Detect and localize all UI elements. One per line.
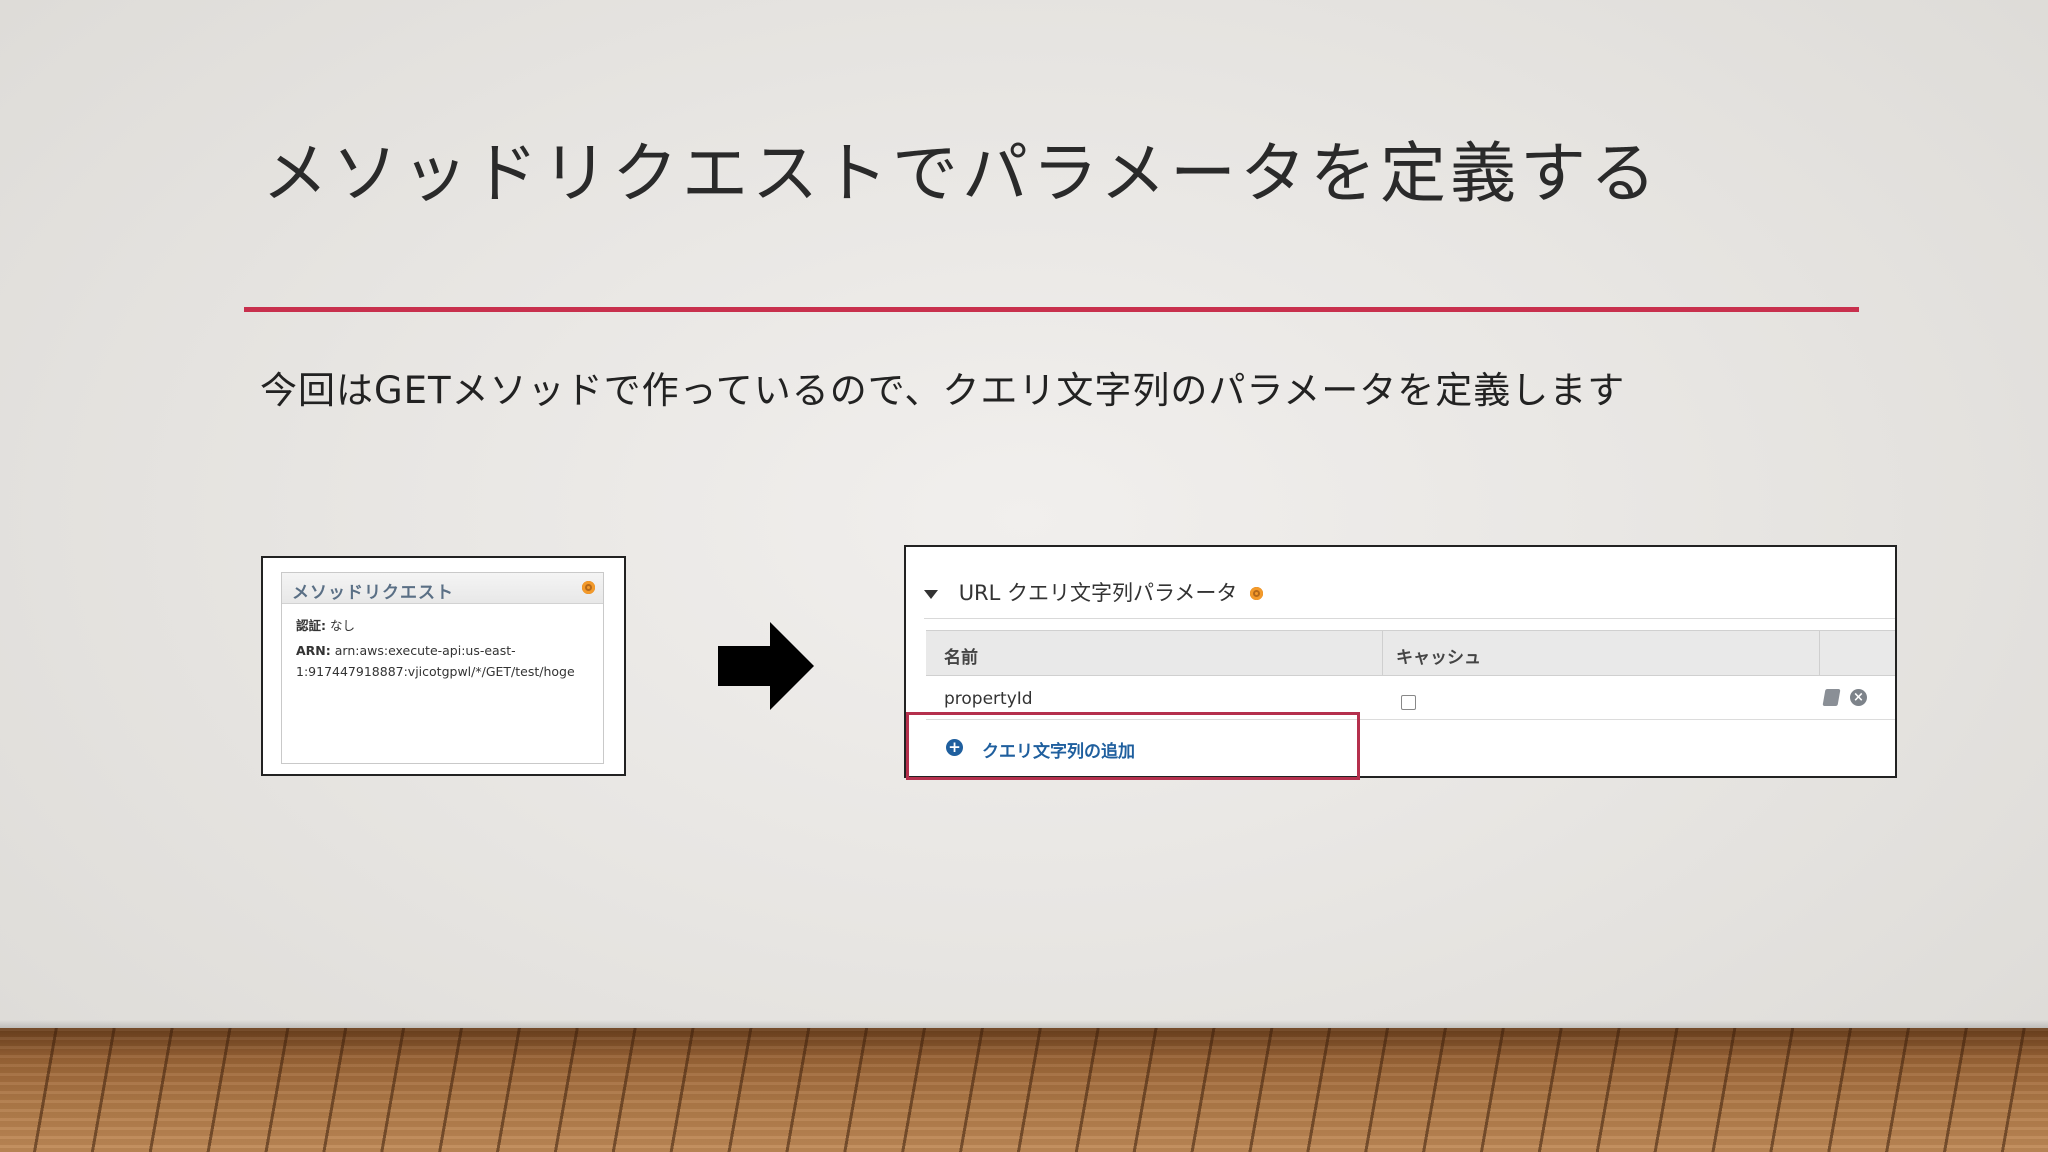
- method-request-title: メソッドリクエスト: [292, 583, 454, 603]
- column-header-cache: キャッシュ: [1396, 648, 1481, 668]
- method-request-panel: メソッドリクエスト 認証: なし ARN: arn:aws:execute-ap…: [281, 572, 604, 764]
- table-header: 名前 キャッシュ: [926, 630, 1895, 676]
- auth-row: 認証: なし: [296, 615, 355, 634]
- collapse-triangle-icon[interactable]: [924, 589, 938, 599]
- wooden-floor-background: [0, 1028, 2048, 1152]
- divider: [924, 618, 1895, 619]
- method-request-header: メソッドリクエスト: [282, 573, 603, 604]
- query-params-title: URL クエリ文字列パラメータ: [958, 581, 1238, 605]
- slide-subtitle: 今回はGETメソッドで作っているので、クエリ文字列のパラメータを定義します: [260, 369, 1626, 412]
- arn-value-line2: 1:917447918887:vjicotgpwl/*/GET/test/hog…: [296, 664, 575, 679]
- auth-value: なし: [329, 618, 355, 633]
- param-name-cell: propertyId: [944, 689, 1033, 709]
- add-circle-icon[interactable]: +: [946, 739, 963, 756]
- arn-value-line1: arn:aws:execute-api:us-east-: [334, 643, 516, 658]
- edit-icon[interactable]: [1822, 689, 1841, 706]
- method-request-screenshot: メソッドリクエスト 認証: なし ARN: arn:aws:execute-ap…: [261, 556, 626, 776]
- info-icon[interactable]: [1250, 586, 1264, 600]
- add-query-string-link[interactable]: クエリ文字列の追加: [982, 737, 1135, 762]
- auth-label: 認証:: [296, 618, 326, 633]
- arn-label: ARN:: [296, 643, 331, 658]
- column-divider: [1819, 631, 1820, 675]
- query-params-section-header[interactable]: URL クエリ文字列パラメータ: [924, 577, 1264, 607]
- cache-checkbox[interactable]: [1401, 695, 1416, 710]
- info-icon[interactable]: [582, 581, 595, 594]
- right-arrow-icon: [718, 622, 814, 710]
- query-params-screenshot: URL クエリ文字列パラメータ 名前 キャッシュ propertyId × + …: [904, 545, 1897, 780]
- delete-icon[interactable]: ×: [1850, 689, 1867, 706]
- title-divider: [244, 307, 1859, 312]
- slide-title: メソッドリクエストでパラメータを定義する: [262, 135, 1661, 212]
- column-header-name: 名前: [944, 648, 978, 668]
- arn-row: ARN: arn:aws:execute-api:us-east-: [296, 643, 516, 658]
- column-divider: [1382, 631, 1383, 675]
